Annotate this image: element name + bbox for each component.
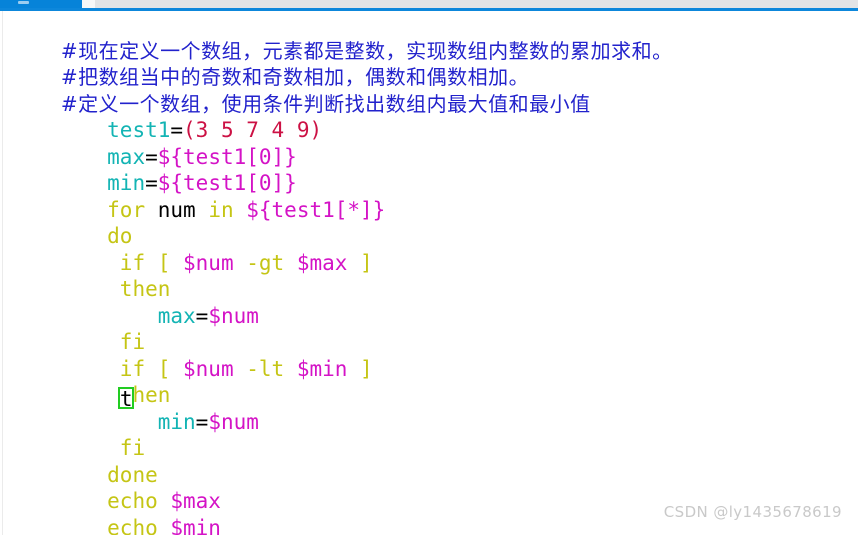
- assign-operator: =: [145, 144, 158, 169]
- csdn-watermark: CSDN @ly1435678619: [663, 503, 842, 521]
- num-variable-token: $num: [183, 356, 234, 381]
- max-variable-token: $max: [170, 489, 221, 513]
- num-variable-token: $num: [208, 409, 259, 434]
- vim-text-pane[interactable]: #现在定义一个数组，元素都是整数，实现数组内整数的累加求和。 #把数组当中的奇数…: [0, 11, 858, 535]
- bracket-close-token: ]: [347, 356, 373, 381]
- max-variable-token: $max: [296, 250, 348, 275]
- for-keyword: for: [107, 197, 158, 222]
- array-expansion-token: ${test1[0]}: [157, 144, 297, 169]
- min-variable-token: $min: [296, 356, 348, 381]
- comment-text: #把数组当中的奇数和奇数相加，偶数和偶数相加。: [60, 65, 530, 89]
- echo-keyword: echo: [107, 489, 171, 513]
- window-tab-gap: [82, 0, 95, 8]
- assign-operator: =: [195, 409, 209, 434]
- gt-operator-token: -gt: [233, 250, 297, 275]
- if-keyword: if [: [107, 356, 184, 381]
- window-tab-active[interactable]: [0, 0, 82, 8]
- vim-buffer-lines: #现在定义一个数组，元素都是整数，实现数组内整数的累加求和。 #把数组当中的奇数…: [0, 11, 858, 535]
- max-name-token: max: [157, 303, 196, 328]
- minimize-glyph-icon: [18, 1, 29, 4]
- min-name-token: min: [157, 409, 196, 434]
- num-variable-token: $num: [208, 303, 259, 328]
- min-variable-token: $min: [170, 515, 221, 535]
- in-keyword: in: [195, 197, 247, 222]
- bracket-close-token: ]: [347, 250, 373, 275]
- assign-operator: =: [170, 118, 184, 142]
- then-keyword-rest: hen: [132, 383, 171, 407]
- array-expansion-token: ${test1[0]}: [157, 171, 297, 195]
- assign-operator: =: [195, 303, 209, 328]
- array-expansion-token: ${test1[*]}: [246, 197, 386, 222]
- fi-keyword: fi: [107, 436, 146, 460]
- array-literal-token: (3 5 7 4 9): [183, 118, 323, 142]
- fi-keyword: fi: [107, 330, 146, 354]
- comment-text: #现在定义一个数组，元素都是整数，实现数组内整数的累加求和。: [60, 38, 673, 63]
- array-name-token: test1: [107, 118, 171, 142]
- screen-root: #现在定义一个数组，元素都是整数，实现数组内整数的累加求和。 #把数组当中的奇数…: [0, 0, 858, 535]
- assign-operator: =: [145, 171, 158, 195]
- num-variable-token: $num: [183, 250, 234, 275]
- done-keyword: done: [107, 462, 158, 487]
- min-name-token: min: [107, 171, 146, 195]
- buffer-line-1: #现在定义一个数组，元素都是整数，实现数组内整数的累加求和。: [0, 11, 858, 63]
- loop-var-token: num: [157, 197, 196, 222]
- max-name-token: max: [107, 144, 146, 169]
- comment-text: #定义一个数组，使用条件判断找出数组内最大值和最小值: [60, 91, 591, 116]
- if-keyword: if [: [107, 250, 184, 275]
- echo-keyword: echo: [107, 515, 171, 535]
- window-chrome-strip: [0, 0, 858, 8]
- do-keyword: do: [107, 224, 133, 248]
- lt-operator-token: -lt: [233, 356, 297, 381]
- then-keyword: then: [107, 277, 171, 301]
